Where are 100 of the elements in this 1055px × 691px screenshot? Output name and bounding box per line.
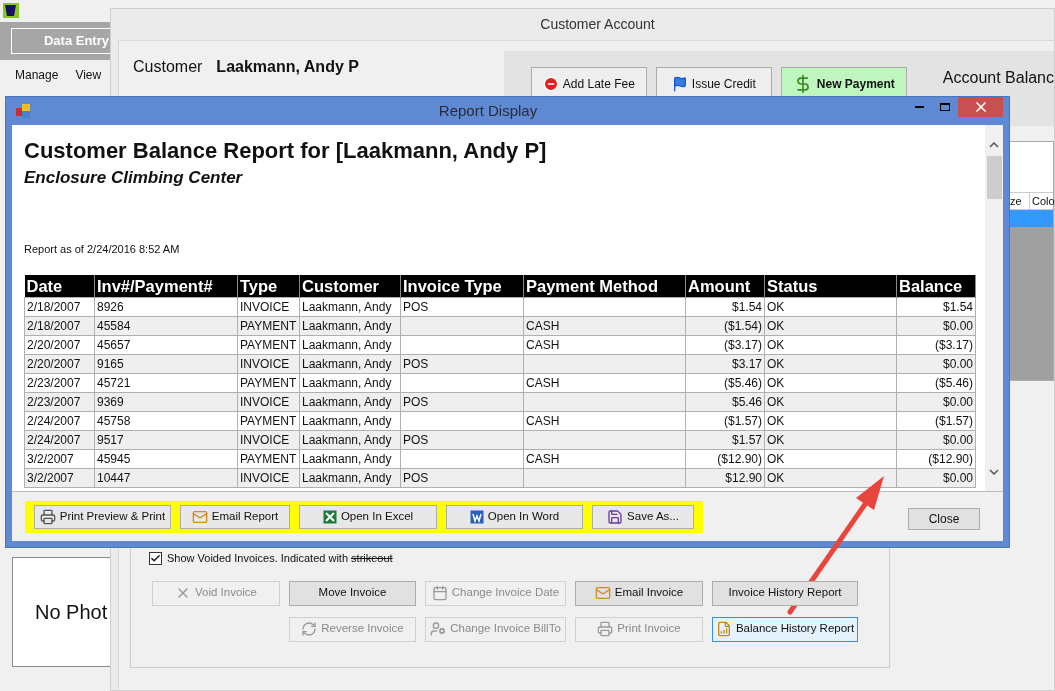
table-cell: PAYMENT — [237, 449, 300, 469]
table-cell: PAYMENT — [237, 335, 300, 355]
scrollbar[interactable] — [985, 125, 1003, 491]
table-cell: OK — [764, 316, 897, 336]
report-icon — [715, 621, 732, 637]
table-cell: CASH — [523, 373, 686, 393]
table-cell: Laakmann, Andy — [299, 468, 401, 488]
table-cell: $3.17 — [685, 354, 765, 374]
toolbar-button[interactable]: Email Report — [180, 504, 290, 529]
table-cell: Laakmann, Andy — [299, 297, 401, 317]
column-header[interactable]: Colo — [1029, 193, 1053, 209]
table-cell: POS — [400, 297, 524, 317]
toolbar-button[interactable]: Save As... — [592, 504, 694, 529]
table-cell: PAYMENT — [237, 411, 300, 431]
toolbar-button[interactable]: Print Preview & Print — [34, 504, 171, 529]
refresh-icon — [301, 621, 318, 637]
table-cell: ($1.57) — [685, 411, 765, 431]
photo-field: No Phot — [12, 557, 112, 667]
report-date: Report as of 2/24/2016 8:52 AM — [24, 242, 181, 257]
table-cell: Laakmann, Andy — [299, 430, 401, 450]
toolbar-button[interactable]: Open In Word — [446, 504, 583, 529]
action-button[interactable]: Balance History Report — [712, 616, 858, 642]
table-cell: 45721 — [94, 373, 238, 393]
table-cell: 45584 — [94, 316, 238, 336]
toolbar-button[interactable]: Open In Excel — [299, 504, 437, 529]
table-cell: CASH — [523, 449, 686, 469]
column-header: Balance — [896, 274, 976, 298]
save-icon — [607, 508, 624, 525]
table-cell: $1.57 — [685, 430, 765, 450]
checkbox-label: Show Voided Invoices. Indicated with strikeout — [167, 551, 393, 566]
table-cell: $1.54 — [685, 297, 765, 317]
table-cell: 3/2/2007 — [24, 468, 95, 488]
table-cell: POS — [400, 392, 524, 412]
table-cell: Laakmann, Andy — [299, 411, 401, 431]
column-header: Status — [764, 274, 897, 298]
column-header: Payment Method — [523, 274, 686, 298]
table-cell: 2/23/2007 — [24, 373, 95, 393]
report-subtitle: Enclosure Climbing Center — [24, 167, 244, 189]
envelope-icon — [191, 508, 208, 525]
table-cell: 3/2/2007 — [24, 449, 95, 469]
table-cell: PAYMENT — [237, 316, 300, 336]
column-header: Amount — [685, 274, 765, 298]
table-cell: ($12.90) — [685, 449, 765, 469]
calendar-icon — [431, 585, 448, 601]
window-title: Customer Account — [540, 15, 655, 34]
table-cell: OK — [764, 430, 897, 450]
printer-icon — [39, 508, 56, 525]
spreadsheet-icon — [322, 509, 337, 524]
table-cell: 2/20/2007 — [24, 354, 95, 374]
table-cell: $0.00 — [896, 468, 976, 488]
table-cell: CASH — [523, 316, 686, 336]
app-logo-icon — [3, 3, 19, 18]
action-button[interactable]: Move Invoice — [289, 580, 416, 606]
close-button[interactable]: Close — [908, 507, 980, 530]
table-cell: OK — [764, 354, 897, 374]
table-cell: $0.00 — [896, 392, 976, 412]
window-icon — [16, 104, 30, 118]
account-balance-label: Account Balanc — [942, 68, 1054, 88]
printer-icon — [597, 621, 614, 637]
table-cell: $0.00 — [896, 316, 976, 336]
table-cell: OK — [764, 335, 897, 355]
table-cell: OK — [764, 373, 897, 393]
table-cell: ($3.17) — [685, 335, 765, 355]
action-button[interactable]: Email Invoice — [575, 580, 703, 606]
close-icon[interactable] — [958, 97, 1003, 117]
menu-item[interactable]: View — [75, 66, 102, 84]
column-header: Type — [237, 274, 300, 298]
envelope-icon — [594, 585, 611, 601]
table-cell: INVOICE — [237, 297, 300, 317]
table-cell: CASH — [523, 335, 686, 355]
table-cell: 45945 — [94, 449, 238, 469]
table-cell: $0.00 — [896, 354, 976, 374]
table-cell: OK — [764, 411, 897, 431]
scroll-thumb[interactable] — [986, 156, 1002, 199]
flag-icon — [671, 76, 688, 92]
table-cell: $1.54 — [896, 297, 976, 317]
table-cell: 2/24/2007 — [24, 411, 95, 431]
scroll-up-icon[interactable] — [989, 142, 999, 148]
table-cell: POS — [400, 354, 524, 374]
table-cell: Laakmann, Andy — [299, 354, 401, 374]
table-cell: 45657 — [94, 335, 238, 355]
table-cell: ($3.17) — [896, 335, 976, 355]
table-cell: OK — [764, 392, 897, 412]
window-title: Report Display — [437, 100, 539, 121]
table-cell: INVOICE — [237, 430, 300, 450]
table-cell: ($1.57) — [896, 411, 976, 431]
scroll-down-icon[interactable] — [989, 469, 999, 475]
table-cell: INVOICE — [237, 354, 300, 374]
table-cell: INVOICE — [237, 468, 300, 488]
column-header: Customer — [299, 274, 401, 298]
table-cell: ($5.46) — [685, 373, 765, 393]
table-cell: PAYMENT — [237, 373, 300, 393]
table-cell: 9165 — [94, 354, 238, 374]
table-cell: ($1.54) — [685, 316, 765, 336]
document-icon — [469, 509, 484, 524]
table-cell: Laakmann, Andy — [299, 449, 401, 469]
menu-item[interactable]: Manage — [15, 66, 59, 84]
action-button[interactable]: Invoice History Report — [712, 580, 858, 606]
table-cell: 2/24/2007 — [24, 430, 95, 450]
column-header: Date — [24, 274, 95, 298]
